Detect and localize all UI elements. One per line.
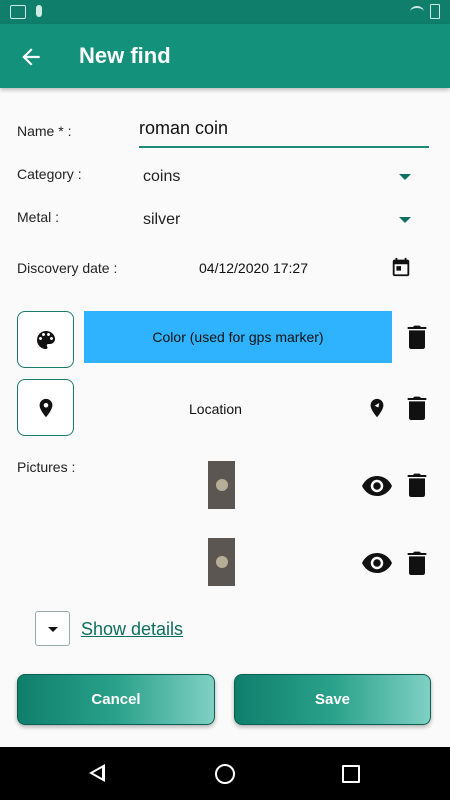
battery-icon	[430, 4, 440, 19]
coin-image	[216, 479, 228, 491]
dropdown-arrow-icon	[399, 174, 411, 180]
save-button[interactable]: Save	[234, 674, 431, 725]
show-details-toggle[interactable]	[35, 611, 70, 646]
picture-thumbnail[interactable]	[208, 461, 235, 509]
status-bar	[0, 0, 450, 24]
discovery-date-label: Discovery date :	[17, 260, 118, 276]
trash-icon[interactable]	[407, 551, 427, 575]
trash-icon[interactable]	[407, 396, 427, 420]
page-title: New find	[79, 43, 171, 68]
nav-back-icon-inner	[93, 768, 102, 778]
name-input[interactable]	[139, 118, 429, 139]
location-off-icon[interactable]	[366, 395, 388, 421]
location-button[interactable]	[17, 379, 74, 436]
trash-icon[interactable]	[407, 325, 427, 349]
discovery-date-value[interactable]: 04/12/2020 17:27	[199, 260, 308, 276]
name-field[interactable]	[139, 118, 429, 148]
color-label: Color (used for gps marker)	[152, 329, 324, 345]
status-system-icons	[410, 4, 440, 19]
name-label: Name * :	[17, 123, 72, 139]
nav-home-icon[interactable]	[215, 764, 235, 784]
system-nav-bar	[0, 747, 450, 800]
metal-value: silver	[143, 211, 181, 228]
location-pin-icon	[39, 398, 52, 417]
metal-select[interactable]: silver	[143, 206, 423, 234]
coin-image	[216, 556, 228, 568]
category-select[interactable]: coins	[143, 163, 423, 191]
back-arrow-icon[interactable]	[18, 44, 44, 70]
color-picker-button[interactable]	[17, 311, 74, 368]
eye-icon[interactable]	[362, 476, 392, 496]
color-bar[interactable]: Color (used for gps marker)	[84, 311, 392, 363]
notification-icon	[10, 5, 26, 19]
cancel-button[interactable]: Cancel	[17, 674, 215, 725]
palette-icon	[36, 330, 55, 349]
eye-icon[interactable]	[362, 553, 392, 573]
metal-label: Metal :	[17, 209, 60, 225]
pictures-label: Pictures :	[17, 459, 76, 475]
location-label: Location	[189, 401, 242, 417]
calendar-icon[interactable]	[390, 256, 412, 278]
dropdown-arrow-icon	[399, 217, 411, 223]
trash-icon[interactable]	[407, 473, 427, 497]
picture-thumbnail[interactable]	[208, 538, 235, 586]
show-details-link[interactable]: Show details	[81, 619, 183, 640]
status-notifications	[10, 5, 42, 19]
app-bar: New find	[0, 24, 450, 88]
chevron-down-icon	[48, 627, 58, 632]
notification-icon	[36, 5, 42, 17]
nav-recents-icon[interactable]	[342, 765, 360, 783]
category-value: coins	[143, 168, 181, 185]
wifi-icon	[410, 5, 424, 18]
category-label: Category :	[17, 166, 82, 182]
